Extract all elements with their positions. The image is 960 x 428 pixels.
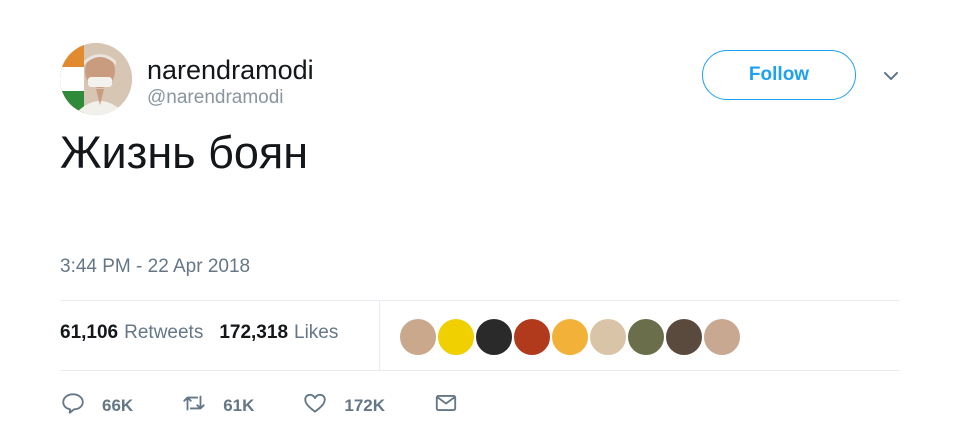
follow-button[interactable]: Follow <box>702 50 856 100</box>
tweet-timestamp[interactable]: 3:44 PM - 22 Apr 2018 <box>60 256 250 278</box>
liker-avatar[interactable] <box>702 317 742 357</box>
like-count: 172K <box>344 395 386 415</box>
reply-icon <box>60 390 86 421</box>
reply-button[interactable]: 66K <box>60 390 133 421</box>
liker-avatar[interactable] <box>550 317 590 357</box>
likes-label: Likes <box>294 322 339 343</box>
liker-avatars <box>398 317 742 357</box>
direct-message-button[interactable] <box>433 390 459 421</box>
like-button[interactable]: 172K <box>302 390 385 421</box>
retweets-stat[interactable]: 61,106 Retweets <box>60 322 203 344</box>
avatar[interactable] <box>60 43 132 115</box>
retweets-count: 61,106 <box>60 322 119 343</box>
liker-avatar[interactable] <box>474 317 514 357</box>
retweet-count: 61K <box>223 395 255 415</box>
envelope-icon <box>433 390 459 421</box>
retweet-icon <box>181 390 207 421</box>
retweets-label: Retweets <box>124 322 204 343</box>
divider <box>60 300 900 301</box>
chevron-down-icon[interactable] <box>881 66 901 86</box>
likes-count: 172,318 <box>219 322 289 343</box>
liker-avatar[interactable] <box>588 317 628 357</box>
display-name[interactable]: narendramodi <box>147 55 314 85</box>
likes-stat[interactable]: 172,318 Likes <box>219 322 338 344</box>
tweet-actions: 66K 61K 172K <box>60 390 507 421</box>
liker-avatar[interactable] <box>436 317 476 357</box>
liker-avatar[interactable] <box>664 317 704 357</box>
liker-avatar[interactable] <box>398 317 438 357</box>
retweet-button[interactable]: 61K <box>181 390 254 421</box>
reply-count: 66K <box>102 395 134 415</box>
user-handle[interactable]: @narendramodi <box>147 87 284 109</box>
liker-avatar[interactable] <box>626 317 666 357</box>
liker-avatar[interactable] <box>512 317 552 357</box>
tweet-text: Жизнь боян <box>60 127 309 178</box>
stats-separator <box>379 300 380 370</box>
heart-icon <box>302 390 328 421</box>
divider <box>60 370 900 371</box>
engagement-stats: 61,106 Retweets 172,318 Likes <box>60 322 338 344</box>
